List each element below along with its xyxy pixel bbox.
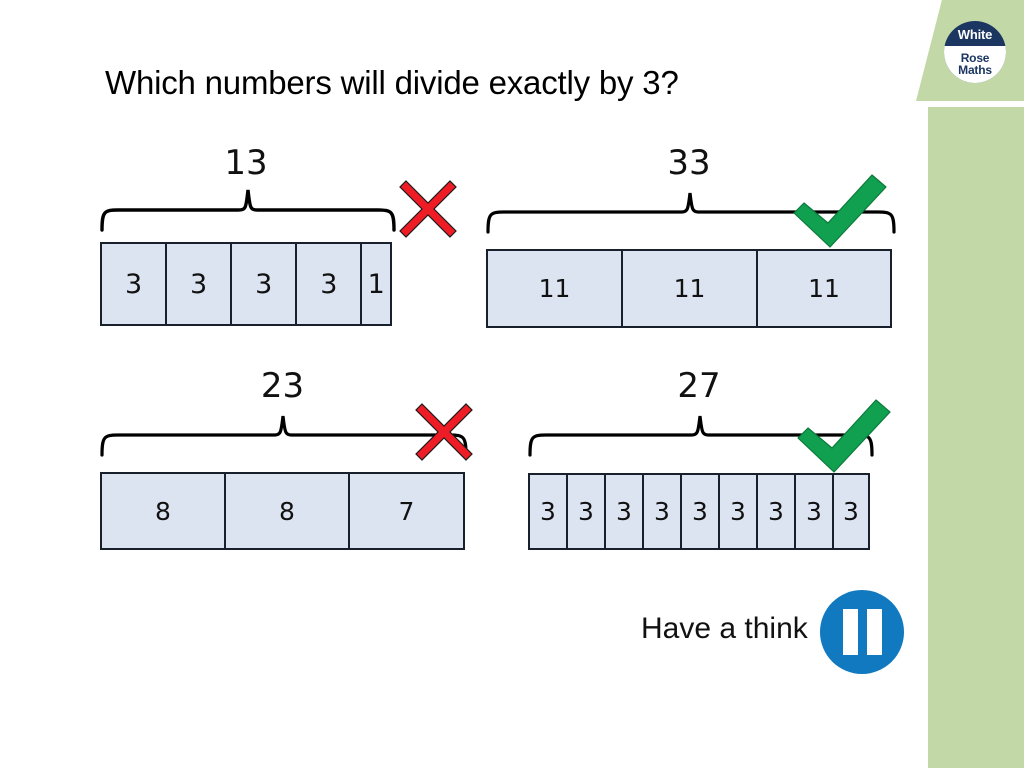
tick-icon bbox=[793, 174, 887, 248]
bar-cell: 11 bbox=[488, 251, 623, 326]
pause-icon[interactable] bbox=[820, 590, 904, 674]
bar-cell: 8 bbox=[102, 474, 226, 548]
cross-icon bbox=[415, 403, 473, 461]
bar-cell: 3 bbox=[167, 244, 233, 324]
pause-bar-left bbox=[842, 609, 858, 655]
total-label-13: 13 bbox=[224, 143, 268, 183]
slide-title: Which numbers will divide exactly by 3? bbox=[105, 64, 679, 101]
bar-cell: 11 bbox=[758, 251, 890, 326]
slide-canvas: White Rose Maths Which numbers will divi… bbox=[0, 0, 1024, 768]
bar-cell: 3 bbox=[568, 475, 606, 548]
bar-cell: 3 bbox=[796, 475, 834, 548]
have-a-think-label: Have a think bbox=[641, 612, 808, 645]
bar-cell: 3 bbox=[232, 244, 298, 324]
bar-cell: 8 bbox=[226, 474, 350, 548]
bar-cell: 1 bbox=[362, 244, 390, 324]
cross-icon bbox=[399, 180, 457, 238]
bar-cell: 3 bbox=[102, 244, 168, 324]
bar-cell: 3 bbox=[606, 475, 644, 548]
bar-cell: 3 bbox=[530, 475, 568, 548]
tick-icon bbox=[797, 399, 891, 473]
brace-13 bbox=[100, 189, 396, 232]
bar-cell: 11 bbox=[623, 251, 758, 326]
white-rose-maths-logo: White Rose Maths bbox=[944, 21, 1006, 83]
bar-cell: 3 bbox=[720, 475, 758, 548]
bar-cell: 3 bbox=[682, 475, 720, 548]
bar-cell: 3 bbox=[297, 244, 363, 324]
bar-23: 8 8 7 bbox=[100, 472, 465, 550]
logo-line-maths: Maths bbox=[958, 63, 992, 78]
brand-panel-body bbox=[928, 107, 1024, 768]
pause-bar-right bbox=[866, 609, 882, 655]
bar-cell: 3 bbox=[644, 475, 682, 548]
bar-27: 3 3 3 3 3 3 3 3 3 bbox=[528, 473, 870, 550]
bar-cell: 3 bbox=[834, 475, 868, 548]
bar-cell: 3 bbox=[758, 475, 796, 548]
bar-13: 3 3 3 3 1 bbox=[100, 242, 392, 326]
bar-cell: 7 bbox=[350, 474, 463, 548]
bar-33: 11 11 11 bbox=[486, 249, 892, 328]
